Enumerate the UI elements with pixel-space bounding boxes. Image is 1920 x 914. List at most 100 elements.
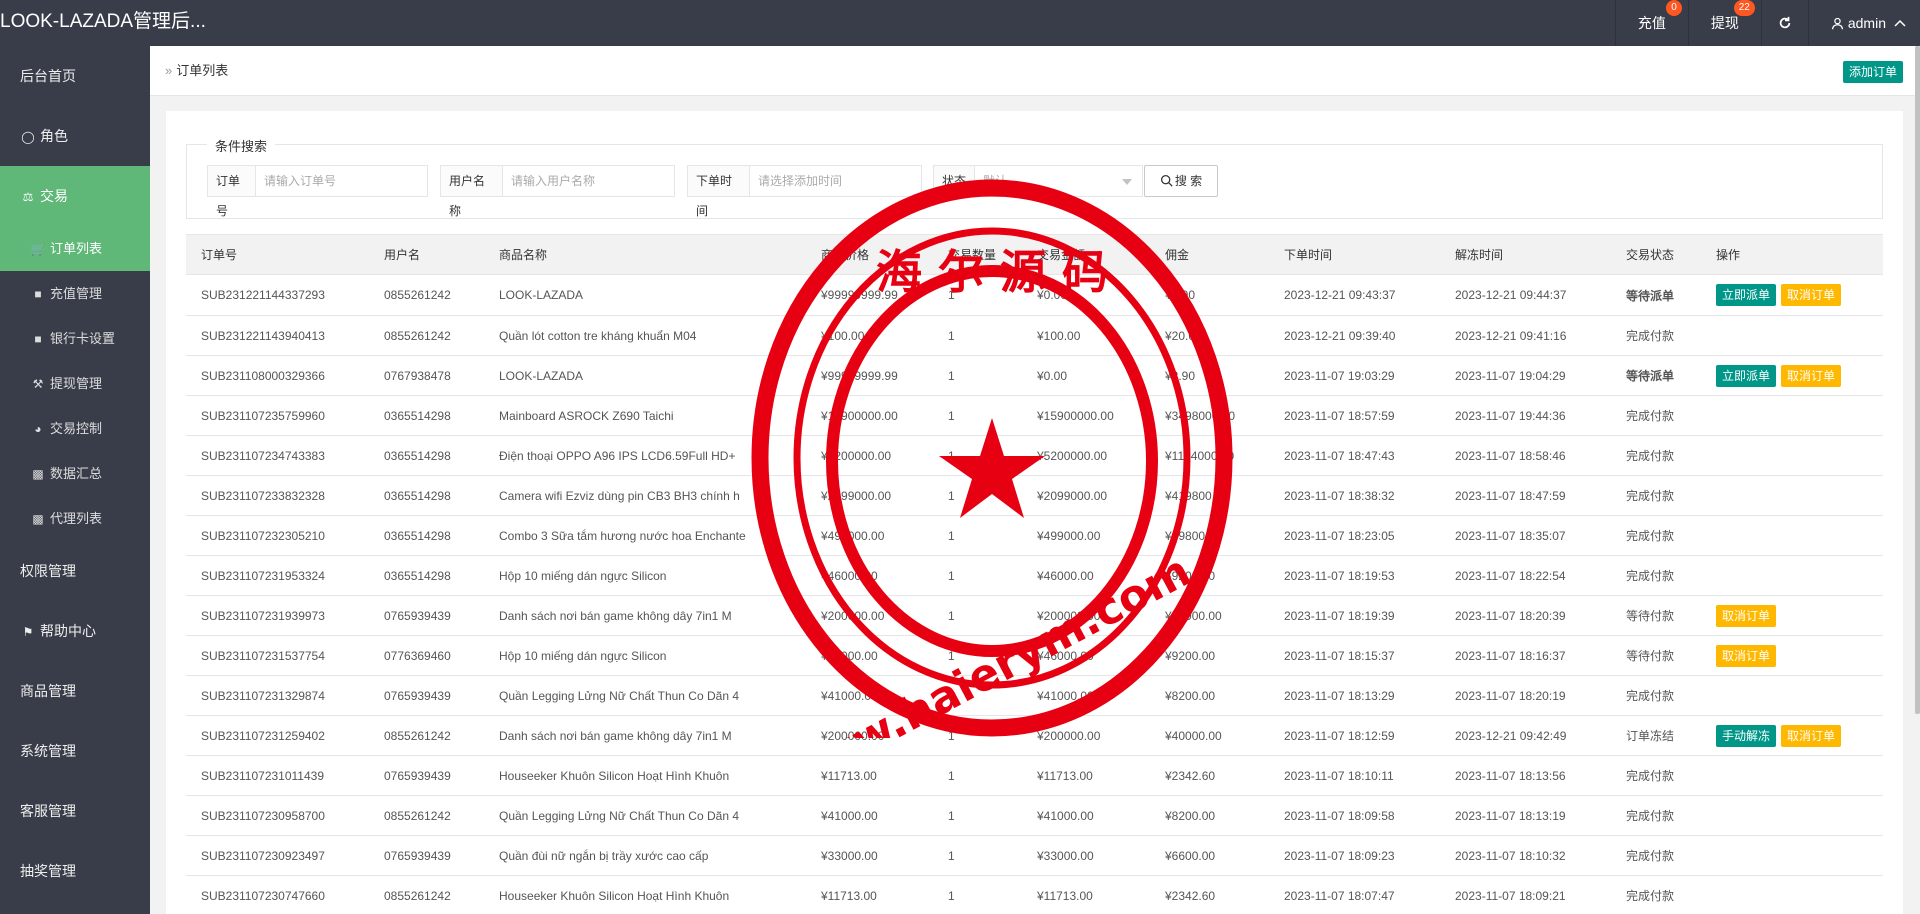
cell-user: 0765939439 (369, 835, 484, 876)
sidebar-item-withdraw[interactable]: ⚒ 提现管理 (0, 361, 150, 406)
caret-down-icon (1122, 179, 1132, 185)
add-order-button[interactable]: 添加订单 (1842, 61, 1903, 83)
sidebar-item-bank-card[interactable]: ■ 银行卡设置 (0, 316, 150, 361)
recharge-link[interactable]: 充值 0 (1614, 0, 1688, 46)
cell-order-number: SUB231107230958700 (186, 795, 369, 836)
dispatch-now-button[interactable]: 立即派单 (1716, 284, 1777, 306)
table-row: SUB231107232305210 0365514298 Combo 3 Sữa … (186, 515, 1883, 556)
column-header: 交易数量 (933, 234, 1022, 275)
sidebar-item-help[interactable]: ⚑ 帮助中心 (0, 601, 150, 661)
cell-user: 0855261242 (369, 315, 484, 356)
cell-amount: ¥15900000.00 (1022, 395, 1150, 436)
cell-created-time: 2023-12-21 09:43:37 (1269, 274, 1440, 316)
column-header: 商品价格 (806, 234, 933, 275)
sidebar-item-home[interactable]: 后台首页 (0, 46, 150, 106)
cell-unfrozen-time: 2023-11-07 18:47:59 (1440, 475, 1611, 516)
user-icon (1831, 17, 1843, 29)
user-name: admin (1847, 15, 1886, 31)
sidebar-item-system[interactable]: 系统管理 (0, 721, 150, 781)
sidebar-item-label: 系统管理 (20, 743, 76, 759)
cell-created-time: 2023-11-07 18:19:39 (1269, 595, 1440, 636)
sidebar-item-order-list[interactable]: 🛒 订单列表 (0, 226, 150, 271)
dispatch-now-button[interactable]: 立即派单 (1716, 364, 1777, 387)
cell-product: Quần Legging Lửng Nữ Chất Thun Co Dãn 4 (484, 795, 806, 836)
cancel-order-button[interactable]: 取消订单 (1716, 604, 1777, 627)
cell-quantity: 1 (933, 395, 1022, 436)
sidebar-item-label: 提现管理 (50, 376, 103, 391)
cell-commission: ¥20.00 (1150, 315, 1269, 356)
cell-price: ¥15900000.00 (806, 395, 933, 436)
status-search-group: 状态 默认 (933, 165, 1143, 197)
cell-order-number: SUB231107231259402 (186, 715, 369, 756)
column-header: 下单时间 (1269, 234, 1440, 275)
cell-amount: ¥41000.00 (1022, 795, 1150, 836)
cell-amount: ¥46000.00 (1022, 555, 1150, 596)
cell-status: 完成付款 (1611, 395, 1701, 436)
sidebar-item-roles[interactable]: ◯ 角色 (0, 106, 150, 166)
cell-actions (1701, 675, 1883, 716)
cell-unfrozen-time: 2023-11-07 19:04:29 (1440, 355, 1611, 396)
sidebar-item-data-summary[interactable]: ▩ 数据汇总 (0, 451, 150, 496)
order-time-input[interactable] (750, 166, 921, 196)
cell-order-number: SUB231107231953324 (186, 555, 369, 596)
sidebar-item-label: 代理列表 (50, 511, 103, 526)
sidebar-item-trade[interactable]: ⚖ 交易 (0, 166, 150, 226)
cancel-order-button[interactable]: 取消订单 (1781, 724, 1842, 747)
sidebar-item-support[interactable]: 客服管理 (0, 781, 150, 841)
cell-actions (1701, 555, 1883, 596)
app-logo[interactable]: LOOK-LAZADA管理后... (0, 0, 210, 46)
cell-unfrozen-time: 2023-12-21 09:44:37 (1440, 274, 1611, 316)
cancel-order-button[interactable]: 取消订单 (1716, 644, 1777, 667)
cell-unfrozen-time: 2023-11-07 19:44:36 (1440, 395, 1611, 436)
order-number-input[interactable] (256, 166, 427, 196)
cell-product: Hộp 10 miếng dán ngực Silicon (484, 635, 806, 676)
table-row: SUB231107231537754 0776369460 Hộp 10 miếng… (186, 635, 1883, 676)
cell-created-time: 2023-11-07 18:23:05 (1269, 515, 1440, 556)
sidebar-item-label: 角色 (40, 128, 68, 144)
withdraw-link[interactable]: 提现 22 (1687, 0, 1761, 46)
sidebar-item-agents[interactable]: ▩ 代理列表 (0, 496, 150, 541)
cell-amount: ¥11713.00 (1022, 755, 1150, 796)
cell-quantity: 1 (933, 595, 1022, 636)
cell-actions (1701, 475, 1883, 516)
cell-order-number: SUB231107231537754 (186, 635, 369, 676)
cancel-order-button[interactable]: 取消订单 (1781, 284, 1842, 306)
cell-status: 完成付款 (1611, 875, 1701, 914)
sidebar-item-label: 客服管理 (20, 803, 76, 819)
cell-status: 完成付款 (1611, 555, 1701, 596)
cell-quantity: 1 (933, 715, 1022, 756)
sidebar-item-label: 充值管理 (50, 286, 103, 301)
cell-created-time: 2023-11-07 18:15:37 (1269, 635, 1440, 676)
cell-commission: ¥419800.00 (1150, 475, 1269, 516)
column-header: 交易状态 (1611, 234, 1701, 275)
table-row: SUB231108000329366 0767938478 LOOK-LAZADA ¥… (186, 355, 1883, 396)
scrollbar[interactable] (1915, 46, 1920, 714)
column-header: 解冻时间 (1440, 234, 1611, 275)
cell-quantity: 1 (933, 515, 1022, 556)
sidebar-item-lottery[interactable]: 抽奖管理 (0, 841, 150, 901)
column-header: 操作 (1701, 234, 1883, 275)
sidebar-item-recharge[interactable]: ■ 充值管理 (0, 271, 150, 316)
cell-actions (1701, 875, 1883, 914)
cell-price: ¥46000.00 (806, 555, 933, 596)
sidebar-item-products[interactable]: 商品管理 (0, 661, 150, 721)
cell-status: 完成付款 (1611, 515, 1701, 556)
search-button[interactable]: 搜 索 (1144, 165, 1218, 197)
cell-commission: ¥40000.00 (1150, 595, 1269, 636)
cart-icon: 🛒 (30, 242, 46, 256)
cancel-order-button[interactable]: 取消订单 (1781, 364, 1842, 387)
table-row: SUB231107230747660 0855261242 Houseeker Kh… (186, 875, 1883, 914)
sidebar-item-permissions[interactable]: 权限管理 (0, 541, 150, 601)
user-menu[interactable]: admin (1807, 0, 1920, 46)
breadcrumb-current[interactable]: 订单列表 (176, 63, 228, 78)
sidebar-item-trade-control[interactable]: ◕ 交易控制 (0, 406, 150, 451)
status-select[interactable]: 默认 (975, 166, 1142, 196)
cell-order-number: SUB231107231011439 (186, 755, 369, 796)
cell-commission: ¥8200.00 (1150, 675, 1269, 716)
cell-created-time: 2023-11-07 18:19:53 (1269, 555, 1440, 596)
sidebar-item-label: 权限管理 (20, 563, 76, 579)
refresh-button[interactable] (1760, 0, 1808, 46)
user-name-input[interactable] (503, 166, 674, 196)
cell-price: ¥5200000.00 (806, 435, 933, 476)
manual-unfreeze-button[interactable]: 手动解冻 (1716, 724, 1777, 747)
